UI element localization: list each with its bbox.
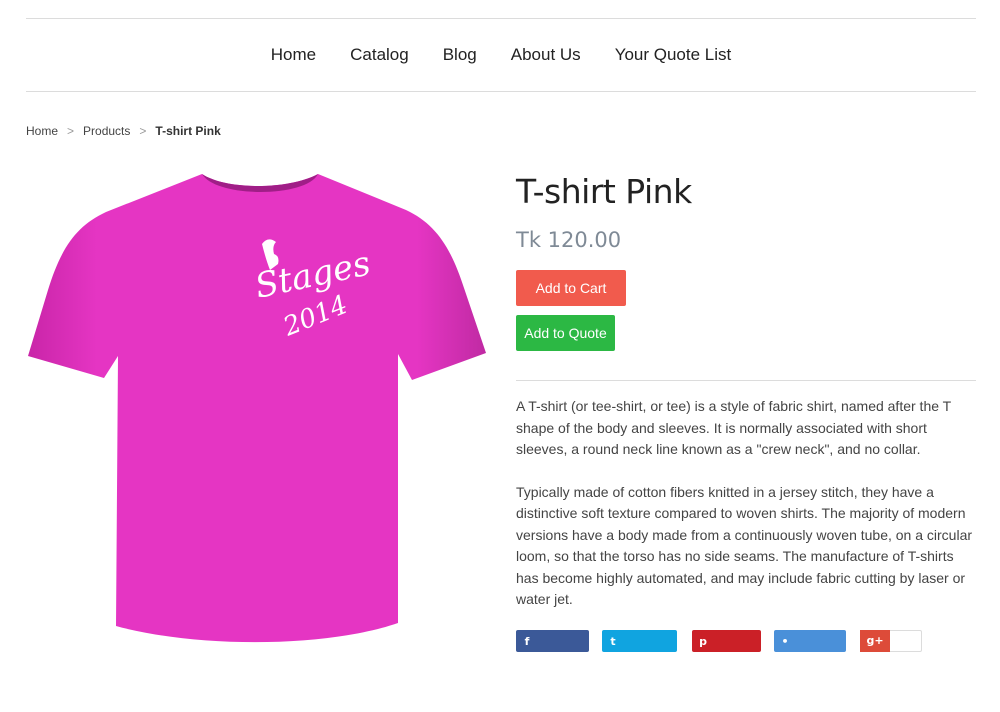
tshirt-image: Stages 2014 <box>28 174 486 643</box>
tshirt-body <box>28 174 486 643</box>
nav-item-quote-list[interactable]: Your Quote List <box>615 45 732 65</box>
product-image[interactable]: Stages 2014 <box>26 168 488 650</box>
twitter-icon: t <box>610 634 616 648</box>
breadcrumb-separator: > <box>139 124 147 138</box>
share-pinterest-button[interactable]: p <box>692 630 761 652</box>
breadcrumb-separator: > <box>67 124 75 138</box>
share-facebook-button[interactable]: f <box>516 630 589 652</box>
description-paragraph: A T-shirt (or tee-shirt, or tee) is a st… <box>516 398 951 457</box>
nav-item-home[interactable]: Home <box>271 45 316 65</box>
tumblr-icon: • <box>781 634 789 648</box>
divider <box>516 380 976 381</box>
facebook-icon: f <box>524 634 530 648</box>
pinterest-icon: p <box>699 634 707 648</box>
breadcrumb-home[interactable]: Home <box>26 124 58 138</box>
google-plus-icon: g+ <box>860 629 890 652</box>
nav-item-blog[interactable]: Blog <box>443 45 477 65</box>
product-title: T-shirt Pink <box>516 172 692 211</box>
description-paragraph: Typically made of cotton fibers knitted … <box>516 483 973 608</box>
share-twitter-button[interactable]: t <box>602 630 677 652</box>
breadcrumb-products[interactable]: Products <box>83 124 130 138</box>
nav-item-about-us[interactable]: About Us <box>511 45 581 65</box>
add-to-cart-button[interactable]: Add to Cart <box>516 270 626 306</box>
share-google-plus-button[interactable]: g+ <box>860 629 922 652</box>
breadcrumb-current: T-shirt Pink <box>155 124 221 138</box>
product-price: Tk 120.00 <box>516 228 622 252</box>
breadcrumb: Home > Products > T-shirt Pink <box>26 124 221 138</box>
share-tumblr-button[interactable]: • <box>774 630 846 652</box>
nav-item-catalog[interactable]: Catalog <box>350 45 409 65</box>
main-navigation: Home Catalog Blog About Us Your Quote Li… <box>26 18 976 92</box>
add-to-quote-button[interactable]: Add to Quote <box>516 315 615 351</box>
product-description: A T-shirt (or tee-shirt, or tee) is a st… <box>516 396 978 632</box>
